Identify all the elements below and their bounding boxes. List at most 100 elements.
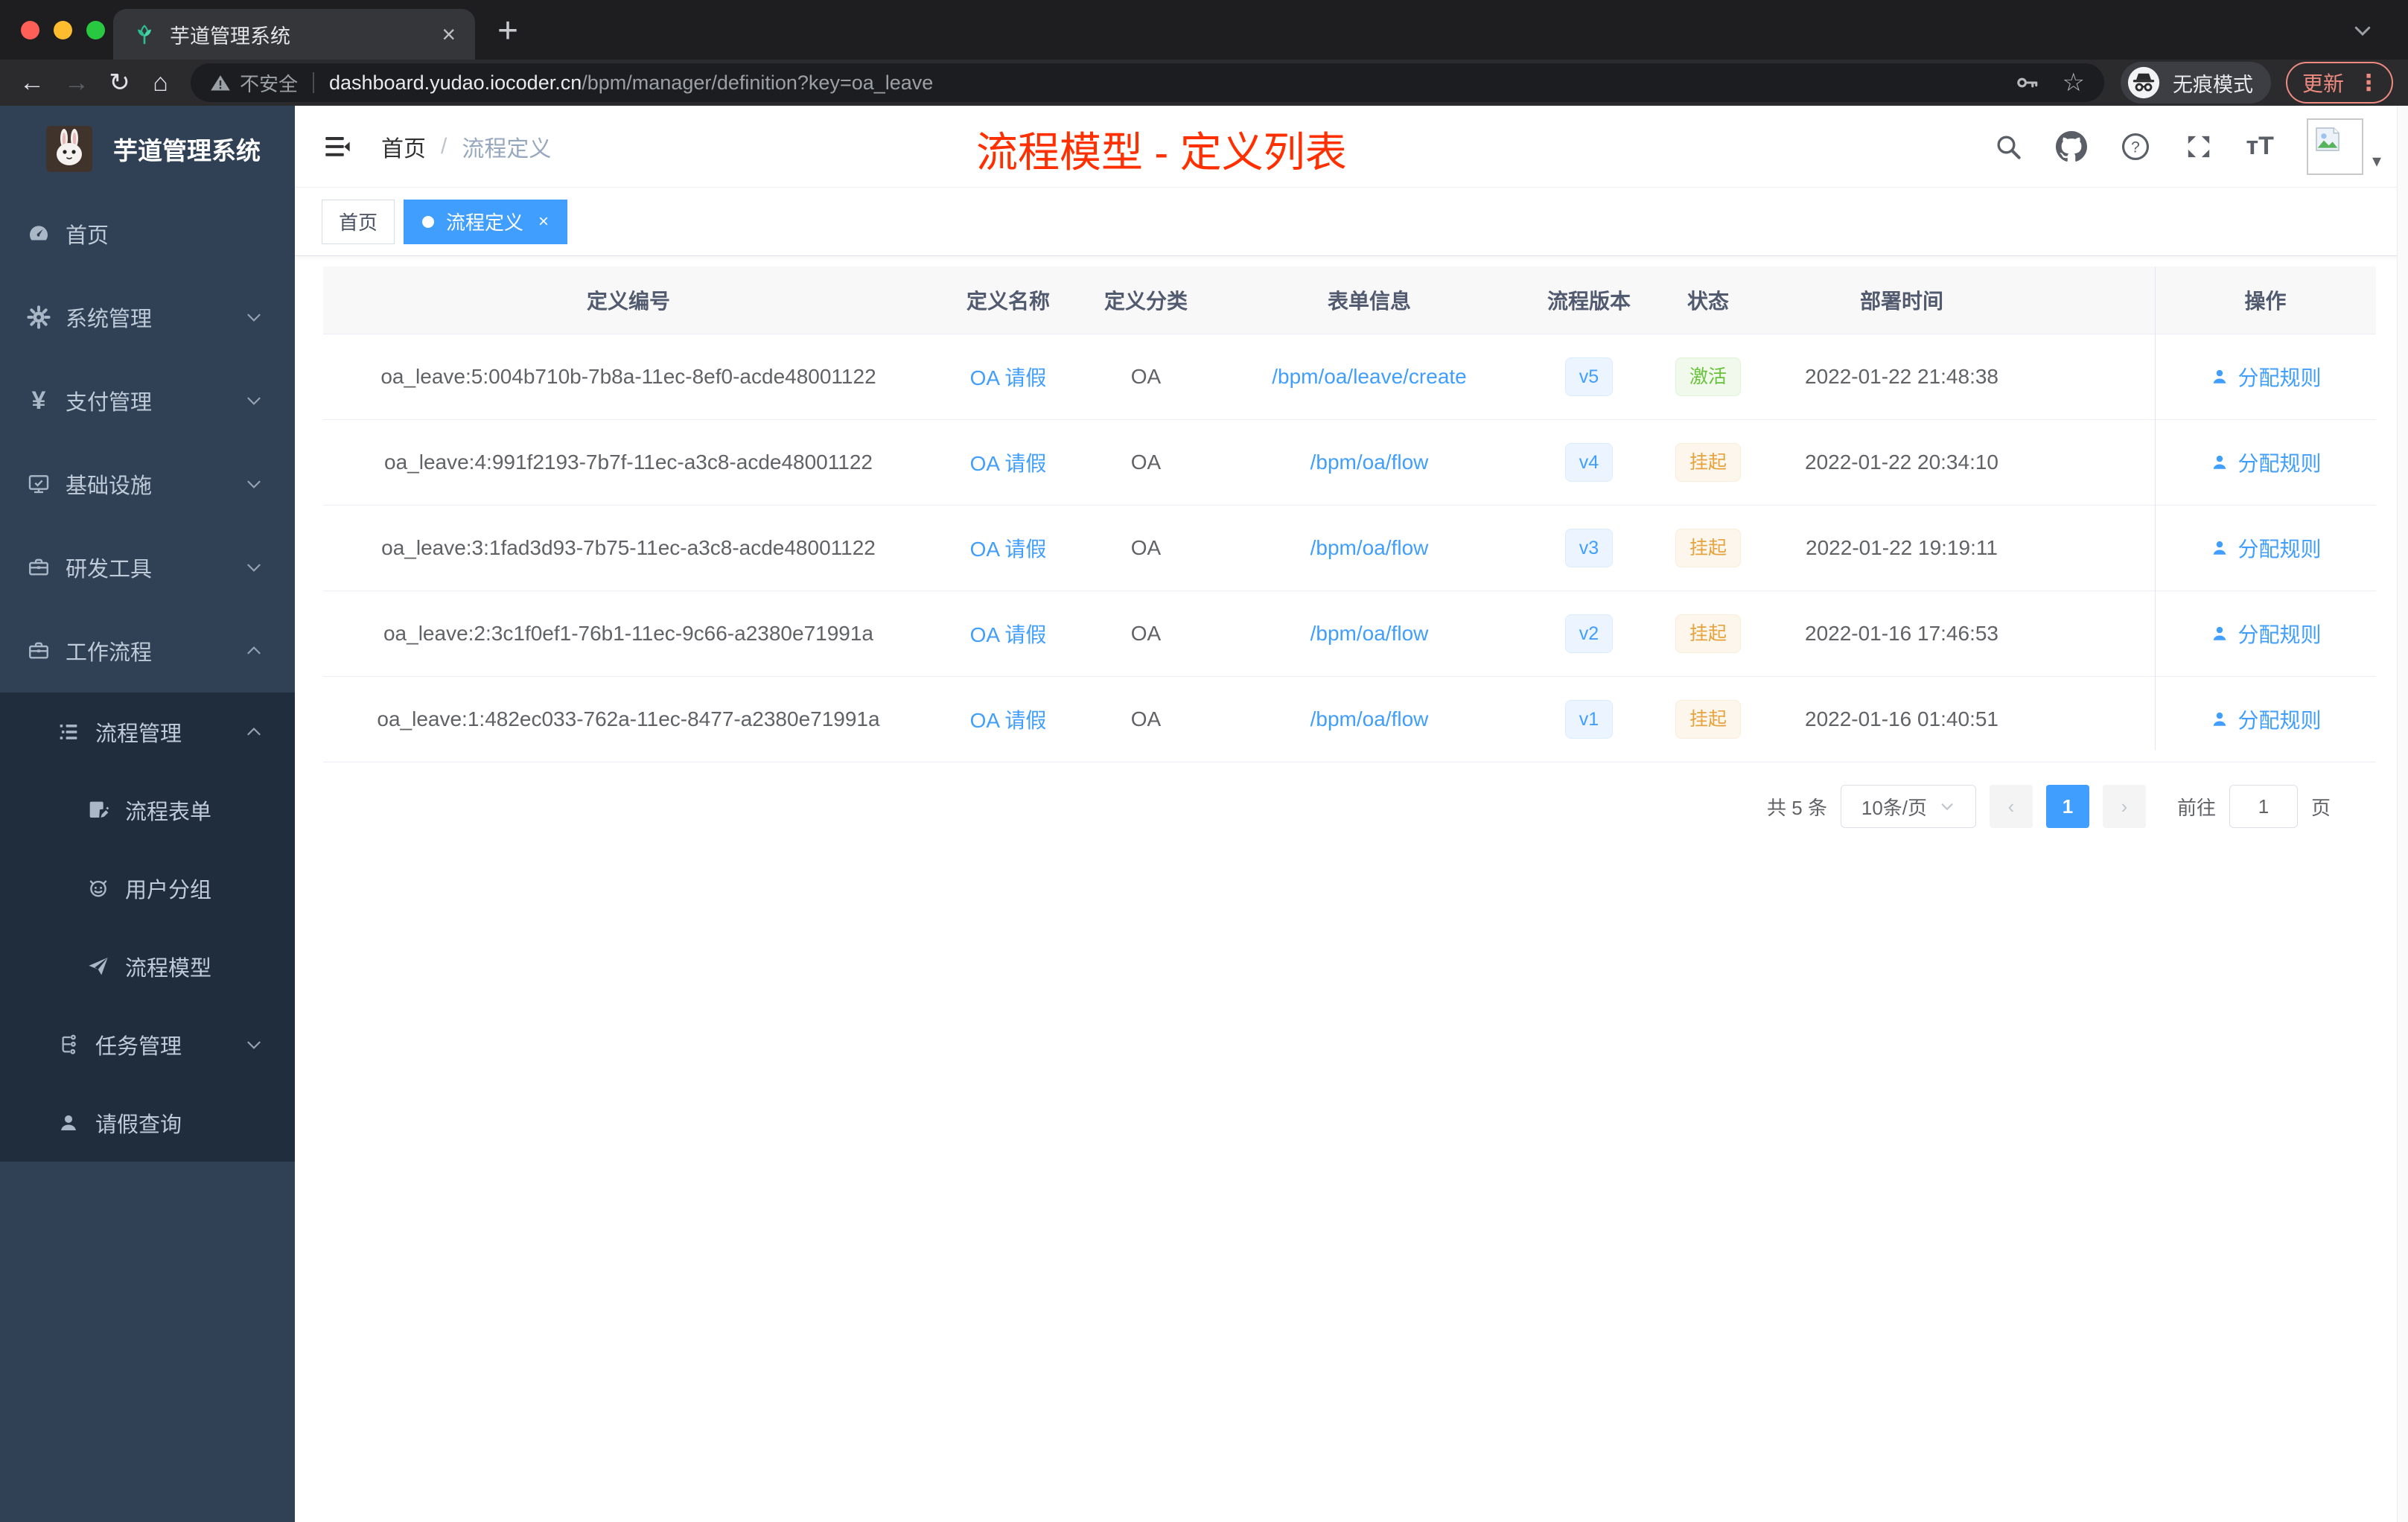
sidebar-item-label: 用户分组 (125, 878, 212, 902)
sidebar-item-系统管理[interactable]: 系统管理 (0, 276, 295, 359)
page-number-button[interactable]: 1 (2045, 785, 2089, 828)
col-header-deploy-time: 部署时间 (1768, 267, 2036, 334)
sidebar-item-流程管理[interactable]: 流程管理 (0, 692, 295, 771)
home-button[interactable]: ⌂ (150, 69, 171, 98)
security-label[interactable]: 不安全 (240, 69, 298, 97)
search-icon[interactable] (1993, 132, 2023, 162)
cell-definition-id: oa_leave:5:004b710b-7b8a-11ec-8ef0-acde4… (323, 334, 934, 420)
tab-close-icon[interactable]: × (442, 22, 456, 46)
help-question-icon[interactable]: ? (2120, 131, 2151, 162)
window-maximize-button[interactable] (86, 21, 105, 39)
version-badge: v2 (1564, 614, 1614, 653)
table-header-row: 定义编号 定义名称 定义分类 表单信息 流程版本 状态 部署时间 操作 (323, 267, 2376, 334)
incognito-badge: 无痕模式 (2120, 62, 2271, 104)
security-warning-icon[interactable] (210, 72, 231, 93)
paper-plane-icon (85, 953, 112, 980)
breadcrumb-home[interactable]: 首页 (381, 130, 426, 163)
sidebar-item-研发工具[interactable]: 研发工具 (0, 526, 295, 609)
briefcase-icon (25, 637, 52, 664)
new-tab-button[interactable]: + (497, 10, 518, 51)
form-info-link[interactable]: /bpm/oa/flow (1310, 450, 1429, 474)
screen: 芋道管理系统 × + ← → ↻ ⌂ 不安全 dashboard.yudao.i… (0, 0, 2408, 1522)
cell-deploy-time: 2022-01-22 21:48:38 (1768, 334, 2036, 420)
sidebar: 芋道管理系统 首页系统管理 ¥ 支付管理 基础设施 研发工具 工作流程 流程管理流程表单用户… (0, 106, 295, 1522)
status-badge: 挂起 (1675, 614, 1741, 653)
cell-definition-category: OA (1083, 676, 1209, 762)
version-badge: v3 (1564, 529, 1614, 567)
sidebar-item-label: 流程表单 (125, 800, 212, 824)
cell-deploy-time: 2022-01-22 19:19:11 (1768, 505, 2036, 591)
status-badge: 挂起 (1675, 443, 1741, 482)
monitor-icon (25, 471, 52, 497)
assign-rule-button[interactable]: 分配规则 (2209, 704, 2322, 734)
assign-rule-button[interactable]: 分配规则 (2209, 448, 2322, 477)
definition-name-link[interactable]: OA 请假 (970, 538, 1047, 561)
tag-首页[interactable]: 首页 (322, 199, 395, 244)
fullscreen-icon[interactable] (2184, 132, 2214, 162)
tag-流程定义[interactable]: 流程定义 × (404, 199, 568, 244)
assign-rule-button[interactable]: 分配规则 (2209, 362, 2322, 392)
definition-name-link[interactable]: OA 请假 (970, 623, 1047, 646)
next-page-button[interactable]: › (2102, 785, 2146, 828)
sidebar-item-流程模型[interactable]: 流程模型 (0, 927, 295, 1005)
tab-search-chevron-icon[interactable] (2351, 19, 2374, 45)
definition-name-link[interactable]: OA 请假 (970, 366, 1047, 389)
avatar-dropdown-caret-icon[interactable]: ▾ (2372, 150, 2381, 175)
cell-deploy-time: 2022-01-16 01:40:51 (1768, 676, 2036, 762)
prev-page-button[interactable]: ‹ (1989, 785, 2033, 828)
page-scrollbar[interactable] (2397, 106, 2408, 1522)
reload-button[interactable]: ↻ (109, 68, 130, 98)
github-icon[interactable] (2055, 130, 2087, 162)
sidebar-item-流程表单[interactable]: 流程表单 (0, 771, 295, 849)
assign-rule-label: 分配规则 (2237, 537, 2322, 561)
sidebar-item-label: 支付管理 (66, 391, 153, 415)
forward-button[interactable]: → (64, 69, 89, 98)
form-info-link[interactable]: /bpm/oa/flow (1310, 707, 1429, 730)
sidebar-logo[interactable]: 芋道管理系统 (0, 106, 295, 192)
col-header-filler (2036, 267, 2155, 334)
sidebar-item-首页[interactable]: 首页 (0, 192, 295, 276)
tag-close-icon[interactable]: × (538, 211, 549, 232)
gear-icon (25, 304, 52, 331)
sidebar-item-用户分组[interactable]: 用户分组 (0, 849, 295, 927)
goto-page-input[interactable] (2229, 785, 2298, 828)
form-info-link[interactable]: /bpm/oa/flow (1310, 536, 1429, 559)
assign-user-icon (2209, 623, 2230, 644)
favicon-plant-icon (133, 22, 156, 46)
sidebar-item-基础设施[interactable]: 基础设施 (0, 442, 295, 526)
cell-filler (2036, 334, 2155, 420)
tag-label: 首页 (339, 211, 378, 234)
back-button[interactable]: ← (19, 69, 45, 98)
window-close-button[interactable] (21, 21, 39, 39)
assign-rule-button[interactable]: 分配规则 (2209, 619, 2322, 649)
window-minimize-button[interactable] (54, 21, 72, 39)
browser-tab[interactable]: 芋道管理系统 × (113, 9, 475, 60)
definition-name-link[interactable]: OA 请假 (970, 452, 1047, 475)
form-info-link[interactable]: /bpm/oa/flow (1310, 622, 1429, 645)
sidebar-item-支付管理[interactable]: ¥ 支付管理 (0, 359, 295, 442)
pagination-total: 共 5 条 (1767, 796, 1827, 819)
user-avatar[interactable]: ▾ (2306, 118, 2381, 175)
sidebar-item-请假查询[interactable]: 请假查询 (0, 1083, 295, 1162)
tag-label: 流程定义 (446, 211, 524, 234)
tags-view-bar: 首页 流程定义 × (295, 188, 2408, 256)
assign-rule-button[interactable]: 分配规则 (2209, 533, 2322, 563)
sidebar-item-label: 任务管理 (95, 1034, 182, 1059)
browser-update-button[interactable]: 更新 ⋮ (2285, 62, 2393, 104)
page-size-select[interactable]: 10条/页 (1840, 785, 1976, 828)
bookmark-star-icon[interactable]: ☆ (2062, 68, 2084, 98)
update-label[interactable]: 更新 (2302, 68, 2344, 98)
password-key-icon[interactable] (2014, 70, 2039, 95)
browser-menu-dots-icon[interactable]: ⋮ (2357, 70, 2380, 96)
definition-name-link[interactable]: OA 请假 (970, 709, 1047, 732)
font-size-icon[interactable]: тТ (2246, 132, 2274, 161)
sidebar-item-工作流程[interactable]: 工作流程 (0, 609, 295, 692)
form-info-link[interactable]: /bpm/oa/leave/create (1272, 365, 1467, 388)
table-row: oa_leave:1:482ec033-762a-11ec-8477-a2380… (323, 676, 2376, 762)
sidebar-item-label: 首页 (66, 224, 109, 248)
sidebar-item-任务管理[interactable]: 任务管理 (0, 1005, 295, 1083)
sidebar-toggle-hamburger-icon[interactable] (322, 131, 353, 162)
url-text[interactable]: dashboard.yudao.iocoder.cn/bpm/manager/d… (329, 71, 1993, 95)
url-path: /bpm/manager/definition?key=oa_leave (582, 71, 934, 94)
address-bar[interactable]: 不安全 dashboard.yudao.iocoder.cn/bpm/manag… (190, 63, 2104, 102)
